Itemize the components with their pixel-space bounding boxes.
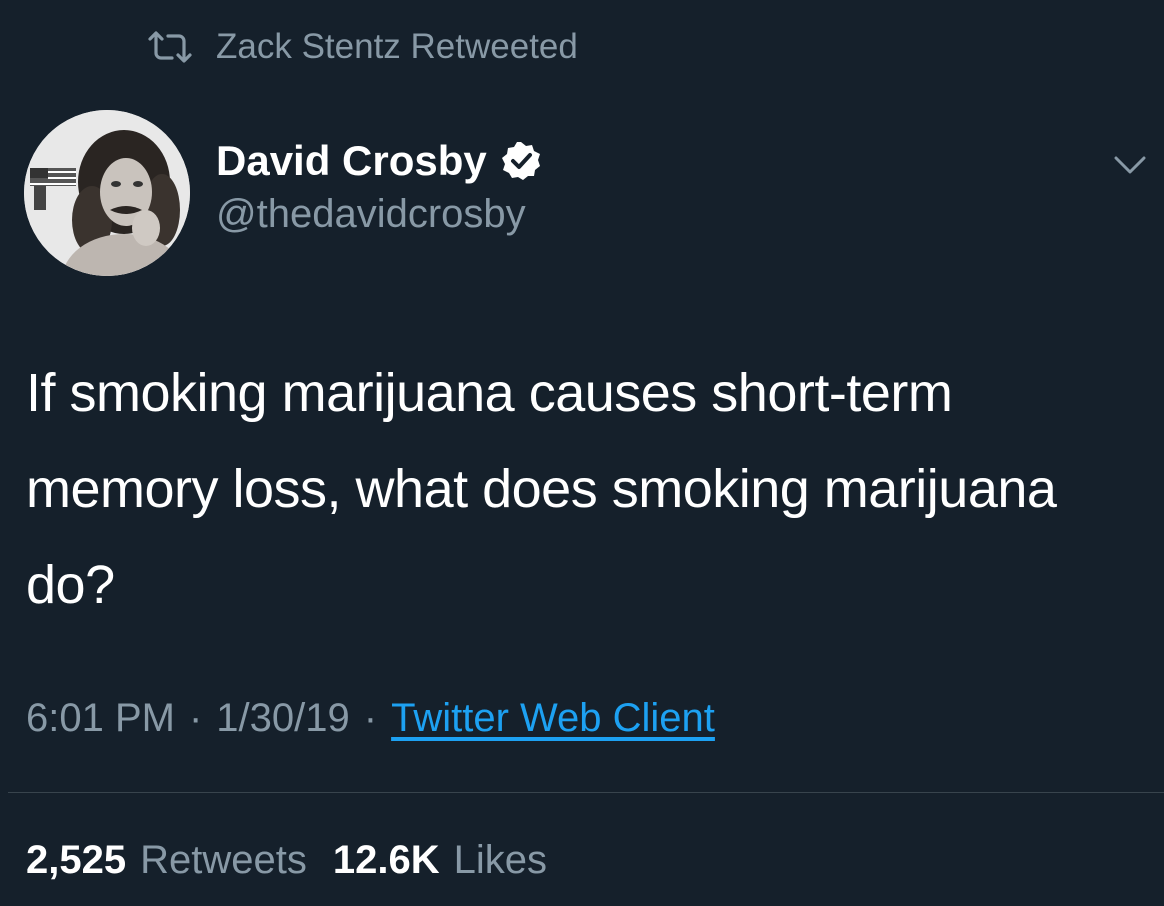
chevron-down-icon[interactable] (1112, 150, 1148, 178)
verified-badge-icon (501, 141, 541, 181)
retweet-context[interactable]: Zack Stentz Retweeted (146, 22, 578, 72)
likes-count: 12.6K (332, 837, 440, 882)
likes-stat[interactable]: 12.6K Likes (333, 838, 547, 883)
engagement-stats: 2,525 Retweets 12.6K Likes (26, 832, 547, 888)
tweet-time[interactable]: 6:01 PM (26, 696, 175, 741)
retweets-label: Retweets (140, 837, 307, 882)
retweet-context-label: Zack Stentz Retweeted (216, 27, 578, 66)
retweets-count: 2,525 (26, 837, 127, 882)
handle[interactable]: @thedavidcrosby (216, 192, 541, 237)
retweet-icon (146, 29, 194, 65)
meta-separator: · (363, 695, 378, 740)
meta-separator: · (188, 695, 203, 740)
avatar[interactable] (24, 110, 190, 276)
divider (8, 792, 1164, 793)
likes-label: Likes (453, 837, 547, 882)
tweet-date[interactable]: 1/30/19 (216, 696, 349, 741)
author-block[interactable]: David Crosby @thedavidcrosby (216, 132, 541, 237)
tweet-meta: 6:01 PM · 1/30/19 · Twitter Web Client (26, 690, 715, 746)
source-link[interactable]: Twitter Web Client (391, 696, 715, 741)
display-name[interactable]: David Crosby (216, 137, 487, 185)
retweets-stat[interactable]: 2,525 Retweets (26, 838, 307, 883)
tweet-text: If smoking marijuana causes short-term m… (26, 363, 1057, 615)
